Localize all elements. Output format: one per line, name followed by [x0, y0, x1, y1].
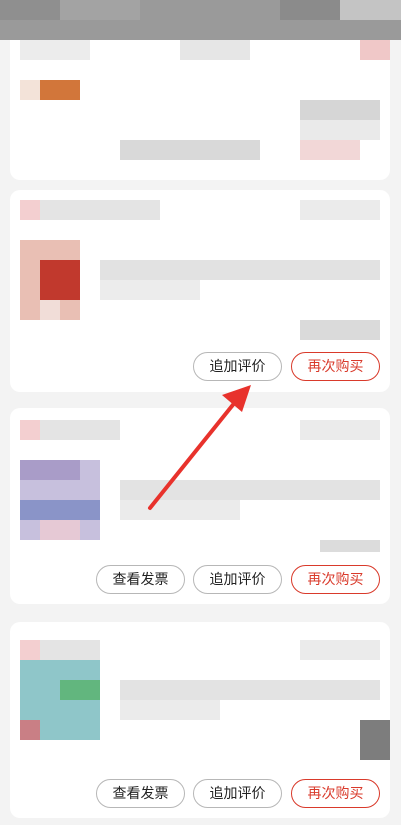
red-arrow-icon — [148, 385, 251, 510]
